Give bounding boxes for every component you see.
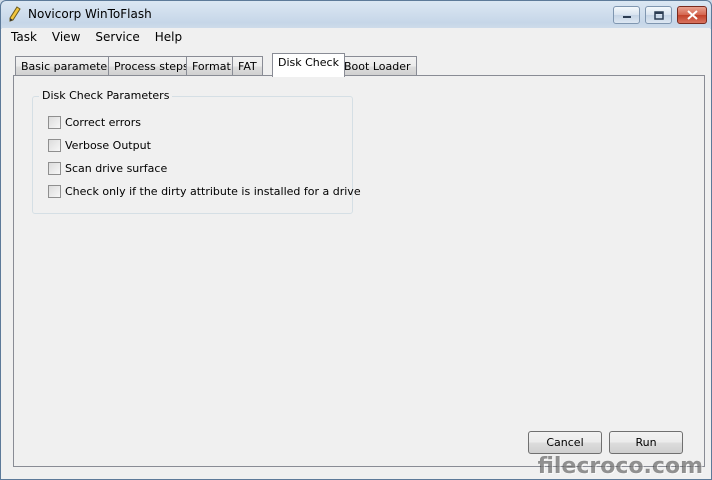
maximize-icon — [653, 10, 664, 20]
check-dirty-attribute-label: Check only if the dirty attribute is ins… — [65, 184, 361, 198]
menu-service[interactable]: Service — [90, 29, 144, 45]
check-dirty-attribute-checkbox[interactable] — [48, 184, 61, 198]
menu-bar: Task View Service Help — [2, 28, 710, 46]
window-title: Novicorp WinToFlash — [28, 7, 152, 21]
tab-format[interactable]: Format — [186, 56, 237, 76]
correct-errors-checkbox[interactable] — [48, 115, 61, 129]
correct-errors-label: Correct errors — [65, 115, 142, 129]
maximize-button[interactable] — [645, 6, 672, 24]
disk-check-parameters-group: Disk Check Parameters Correct errors Ver… — [32, 89, 361, 214]
watermark: filecroco.com — [537, 454, 703, 479]
tab-fat[interactable]: FAT — [232, 56, 263, 76]
title-bar[interactable]: Novicorp WinToFlash — [1, 1, 711, 28]
option-scan-drive-surface[interactable]: Scan drive surface — [48, 160, 167, 176]
tab-process-steps[interactable]: Process steps — [108, 56, 195, 76]
minimize-button[interactable] — [613, 6, 640, 24]
tab-boot-loader[interactable]: Boot Loader — [338, 56, 417, 76]
menu-task[interactable]: Task — [6, 29, 42, 45]
verbose-output-checkbox[interactable] — [48, 138, 61, 152]
run-button[interactable]: Run — [609, 431, 683, 454]
scan-drive-surface-label: Scan drive surface — [65, 161, 168, 175]
disk-check-panel: Disk Check Parameters Correct errors Ver… — [13, 75, 705, 467]
tab-disk-check[interactable]: Disk Check — [272, 53, 345, 77]
menu-help[interactable]: Help — [150, 29, 187, 45]
minimize-icon — [622, 16, 631, 18]
option-verbose-output[interactable]: Verbose Output — [48, 137, 151, 153]
scan-drive-surface-checkbox[interactable] — [48, 161, 61, 175]
verbose-output-label: Verbose Output — [65, 138, 151, 152]
close-button[interactable] — [677, 6, 707, 24]
menu-view[interactable]: View — [47, 29, 85, 45]
cancel-button[interactable]: Cancel — [528, 431, 602, 454]
option-check-dirty-attribute[interactable]: Check only if the dirty attribute is ins… — [48, 183, 361, 199]
group-title: Disk Check Parameters — [39, 89, 173, 102]
close-icon — [686, 10, 698, 20]
app-window: Novicorp WinToFlash Task View Service He… — [0, 0, 712, 480]
option-correct-errors[interactable]: Correct errors — [48, 114, 141, 130]
app-pencil-icon — [9, 6, 21, 22]
